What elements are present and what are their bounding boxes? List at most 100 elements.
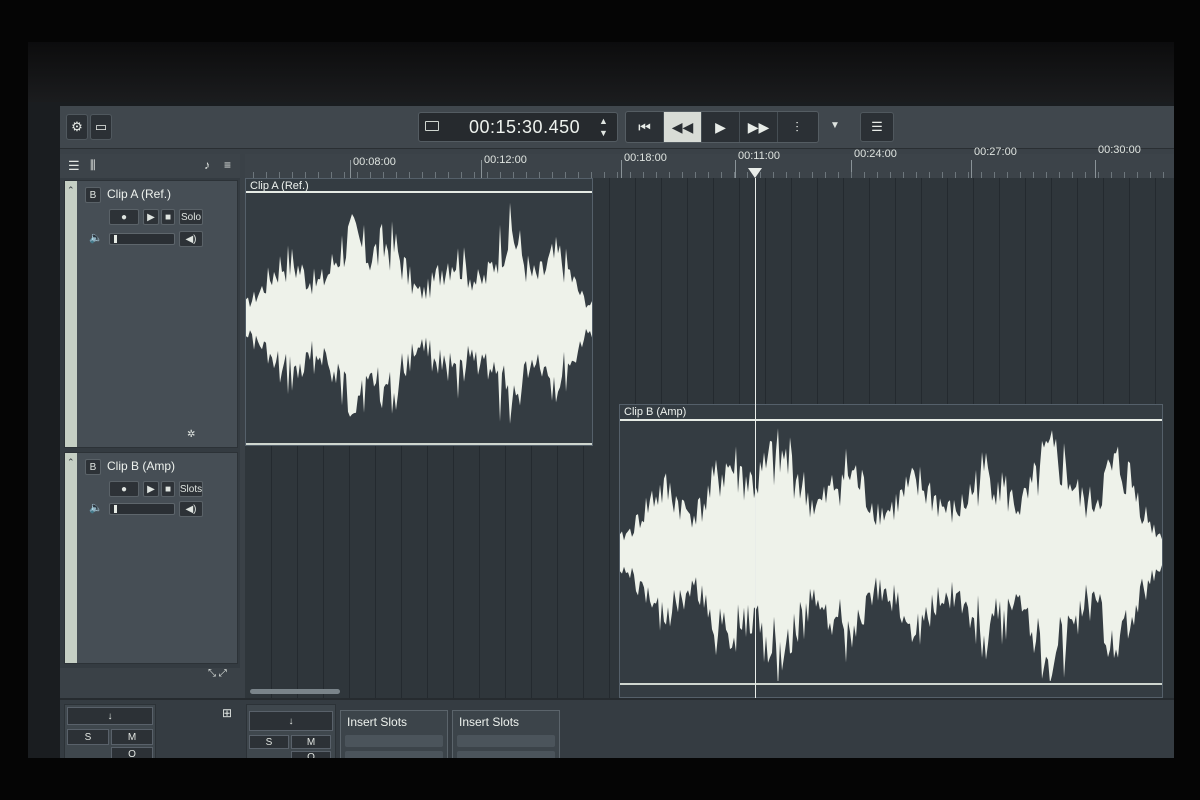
insert-slot[interactable]	[457, 735, 555, 747]
solo-button[interactable]: Solo	[179, 209, 203, 225]
waveform-a	[246, 202, 592, 424]
play-icon[interactable]: ▶	[702, 112, 740, 142]
monitor-button[interactable]: O	[111, 747, 153, 758]
clip-envelope-line	[620, 419, 1162, 421]
volume-fader[interactable]	[109, 233, 175, 245]
timecode-stepper[interactable]: ▲ ▼	[599, 115, 608, 139]
ruler-tick	[350, 160, 351, 178]
main-toolbar: ⚙ ▭ 00:15:30.450 ▲ ▼ ⏮ ◀◀ ▶ ▶▶ ⫶ ▼ ☰	[60, 106, 1174, 149]
stop-icon[interactable]: ■	[161, 481, 175, 497]
insert-slot[interactable]	[345, 751, 443, 758]
track-name[interactable]: Clip A (Ref.)	[107, 187, 171, 201]
folder-icon[interactable]: ▭	[90, 114, 112, 140]
record-icon[interactable]: ●	[109, 481, 139, 497]
mixer-panel: ↓ S M O ⊞ ↓ S M O Insert Slots Insert Sl…	[60, 698, 1174, 758]
gear-icon[interactable]: ⚙	[66, 114, 88, 140]
monitor-icon[interactable]: ▶	[143, 481, 159, 497]
track-color-strip	[65, 453, 77, 663]
track-name[interactable]: Clip B (Amp)	[107, 459, 175, 473]
automation-icon[interactable]: ♪	[204, 158, 210, 172]
screen-icon	[425, 121, 439, 131]
timecode-display[interactable]: 00:15:30.450 ▲ ▼	[418, 112, 618, 142]
track-badge[interactable]: B	[85, 459, 101, 475]
track-badge[interactable]: B	[85, 187, 101, 203]
waveform-b	[620, 428, 1162, 681]
record-icon[interactable]: ●	[109, 209, 139, 225]
collapse-icon[interactable]: ⌃	[67, 185, 75, 196]
zoom-icon[interactable]: ⤡ ⤢	[208, 668, 227, 679]
mixer-channel-1: ↓ S M O	[64, 704, 156, 758]
mute-button[interactable]: M	[111, 729, 153, 745]
fader-handle[interactable]	[114, 235, 117, 243]
photo-stage: ⚙ ▭ 00:15:30.450 ▲ ▼ ⏮ ◀◀ ▶ ▶▶ ⫶ ▼ ☰ ☰ ⫼…	[0, 0, 1200, 800]
playhead[interactable]	[755, 178, 756, 698]
insert-slots-panel-2[interactable]: Insert Slots	[452, 710, 560, 758]
track-list-toolbar: ☰ ⫼ ♪ ≡	[60, 154, 240, 178]
arrow-down-icon[interactable]: ↓	[67, 707, 153, 725]
rewind-icon[interactable]: ◀◀	[664, 112, 702, 142]
fader-handle[interactable]	[114, 505, 117, 513]
ruler-tick	[481, 160, 482, 178]
clip-envelope-line	[246, 191, 592, 193]
track-header-b[interactable]: ⌃ B Clip B (Amp) ● ▶ ■ Slots 🔈 ◀)	[64, 452, 238, 664]
ruler-tick	[971, 160, 972, 178]
insert-slots-title: Insert Slots	[347, 715, 408, 729]
menu-icon[interactable]: ☰	[68, 158, 80, 174]
ruler-tick	[1095, 160, 1096, 178]
timecode-value: 00:15:30.450	[469, 117, 581, 137]
mixer-icon[interactable]: ☰	[860, 112, 894, 142]
monitor-button[interactable]: O	[291, 751, 331, 758]
arrange-view[interactable]: Clip A (Ref.) Clip B (Amp)	[245, 178, 1174, 698]
ruler-label: 00:30:00	[1098, 144, 1141, 156]
mixer-channel-2: ↓ S M O	[246, 704, 336, 758]
timeline-ruler[interactable]: 00:08:00 00:12:00 00:18:00 00:11:00 00:2…	[245, 144, 1174, 179]
scrollbar-thumb[interactable]	[250, 689, 340, 694]
mute-button[interactable]: M	[291, 735, 331, 749]
fast-forward-icon[interactable]: ▶▶	[740, 112, 778, 142]
ruler-label: 00:24:00	[854, 148, 897, 160]
daw-window: ⚙ ▭ 00:15:30.450 ▲ ▼ ⏮ ◀◀ ▶ ▶▶ ⫶ ▼ ☰ ☰ ⫼…	[60, 106, 1174, 758]
meter-icon[interactable]: ⫼	[90, 158, 96, 173]
studio-background	[28, 42, 1174, 102]
slots-button[interactable]: Slots	[179, 481, 203, 497]
solo-button[interactable]: S	[67, 729, 109, 745]
ruler-label: 00:18:00	[624, 152, 667, 164]
waveform-shape	[620, 428, 1162, 681]
audio-clip-b[interactable]: Clip B (Amp)	[619, 404, 1163, 698]
volume-fader[interactable]	[109, 503, 175, 515]
ruler-tick	[735, 160, 736, 178]
arrow-down-icon[interactable]: ↓	[249, 711, 333, 731]
chevron-down-icon[interactable]: ▼	[830, 120, 840, 131]
insert-slot[interactable]	[345, 735, 443, 747]
speaker-icon[interactable]: ◀)	[179, 231, 203, 247]
audio-clip-a[interactable]: Clip A (Ref.)	[245, 178, 593, 446]
speaker-icon[interactable]: ◀)	[179, 501, 203, 517]
speaker-icon: 🔈	[89, 502, 103, 514]
insert-slot[interactable]	[457, 751, 555, 758]
track-color-strip	[65, 181, 77, 447]
waveform-shape	[246, 202, 592, 424]
add-icon[interactable]: ⊞	[222, 706, 232, 720]
insert-slots-panel-1[interactable]: Insert Slots	[340, 710, 448, 758]
monitor-screen: ⚙ ▭ 00:15:30.450 ▲ ▼ ⏮ ◀◀ ▶ ▶▶ ⫶ ▼ ☰ ☰ ⫼…	[28, 42, 1174, 758]
speaker-icon: 🔈	[89, 232, 103, 244]
skip-start-icon[interactable]: ⏮	[626, 112, 664, 142]
clip-boundary-line	[246, 443, 592, 445]
ruler-label: 00:11:00	[738, 150, 781, 162]
ruler-label: 00:27:00	[974, 146, 1017, 158]
playhead-marker-icon[interactable]	[748, 168, 762, 178]
ruler-label: 00:12:00	[484, 154, 527, 166]
collapse-icon[interactable]: ⌃	[67, 457, 75, 468]
track-headers: ⌃ B Clip A (Ref.) ● ▶ ■ Solo 🔈 ◀) ✲ ⌃ B …	[60, 178, 240, 679]
monitor-icon[interactable]: ▶	[143, 209, 159, 225]
metronome-icon[interactable]: ⫶	[778, 112, 816, 142]
insert-slots-title: Insert Slots	[459, 715, 520, 729]
list-icon[interactable]: ≡	[224, 158, 231, 172]
ruler-label: 00:08:00	[353, 156, 396, 168]
clip-label: Clip B (Amp)	[624, 406, 687, 418]
solo-button[interactable]: S	[249, 735, 289, 749]
track-header-a[interactable]: ⌃ B Clip A (Ref.) ● ▶ ■ Solo 🔈 ◀) ✲	[64, 180, 238, 448]
stop-icon[interactable]: ■	[161, 209, 175, 225]
expand-icon[interactable]: ✲	[187, 429, 195, 440]
ruler-tick	[621, 160, 622, 178]
